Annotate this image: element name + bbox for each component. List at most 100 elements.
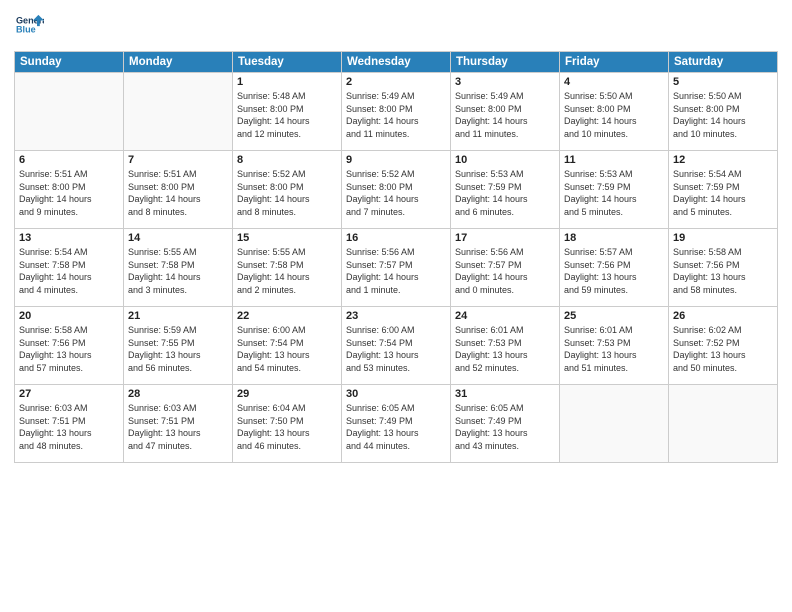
calendar-cell (15, 73, 124, 151)
calendar-cell: 15 Sunrise: 5:55 AM Sunset: 7:58 PM Dayli… (233, 229, 342, 307)
day-number: 11 (564, 154, 664, 166)
day-number: 26 (673, 310, 773, 322)
day-number: 4 (564, 76, 664, 88)
day-info: Sunrise: 5:55 AM Sunset: 7:58 PM Dayligh… (128, 246, 228, 296)
day-number: 16 (346, 232, 446, 244)
week-row-5: 27 Sunrise: 6:03 AM Sunset: 7:51 PM Dayli… (15, 385, 778, 463)
day-info: Sunrise: 6:01 AM Sunset: 7:53 PM Dayligh… (564, 324, 664, 374)
day-number: 20 (19, 310, 119, 322)
day-info: Sunrise: 5:49 AM Sunset: 8:00 PM Dayligh… (346, 90, 446, 140)
calendar-cell: 26 Sunrise: 6:02 AM Sunset: 7:52 PM Dayli… (669, 307, 778, 385)
day-number: 3 (455, 76, 555, 88)
day-number: 30 (346, 388, 446, 400)
day-info: Sunrise: 5:57 AM Sunset: 7:56 PM Dayligh… (564, 246, 664, 296)
day-number: 10 (455, 154, 555, 166)
week-row-3: 13 Sunrise: 5:54 AM Sunset: 7:58 PM Dayli… (15, 229, 778, 307)
week-row-1: 1 Sunrise: 5:48 AM Sunset: 8:00 PM Daylig… (15, 73, 778, 151)
day-number: 15 (237, 232, 337, 244)
weekday-header-friday: Friday (560, 52, 669, 73)
calendar-cell: 11 Sunrise: 5:53 AM Sunset: 7:59 PM Dayli… (560, 151, 669, 229)
day-info: Sunrise: 5:59 AM Sunset: 7:55 PM Dayligh… (128, 324, 228, 374)
day-number: 12 (673, 154, 773, 166)
day-number: 1 (237, 76, 337, 88)
day-info: Sunrise: 5:50 AM Sunset: 8:00 PM Dayligh… (564, 90, 664, 140)
day-info: Sunrise: 6:00 AM Sunset: 7:54 PM Dayligh… (237, 324, 337, 374)
weekday-header-saturday: Saturday (669, 52, 778, 73)
calendar-cell: 13 Sunrise: 5:54 AM Sunset: 7:58 PM Dayli… (15, 229, 124, 307)
day-info: Sunrise: 5:54 AM Sunset: 7:58 PM Dayligh… (19, 246, 119, 296)
day-number: 27 (19, 388, 119, 400)
header: General Blue (14, 10, 778, 43)
svg-text:Blue: Blue (16, 24, 36, 34)
day-number: 25 (564, 310, 664, 322)
weekday-header-tuesday: Tuesday (233, 52, 342, 73)
day-info: Sunrise: 6:00 AM Sunset: 7:54 PM Dayligh… (346, 324, 446, 374)
calendar-cell: 5Sunrise: 5:50 AM Sunset: 8:00 PM Daylig… (669, 73, 778, 151)
calendar-cell: 28Sunrise: 6:03 AM Sunset: 7:51 PM Dayli… (124, 385, 233, 463)
day-info: Sunrise: 6:03 AM Sunset: 7:51 PM Dayligh… (19, 402, 119, 452)
day-number: 18 (564, 232, 664, 244)
day-number: 13 (19, 232, 119, 244)
calendar: SundayMondayTuesdayWednesdayThursdayFrid… (14, 51, 778, 463)
calendar-cell: 8 Sunrise: 5:52 AM Sunset: 8:00 PM Daylig… (233, 151, 342, 229)
page: General Blue SundayMondayTuesdayWednesda… (0, 0, 792, 612)
day-number: 6 (19, 154, 119, 166)
calendar-cell: 18 Sunrise: 5:57 AM Sunset: 7:56 PM Dayli… (560, 229, 669, 307)
calendar-cell: 27 Sunrise: 6:03 AM Sunset: 7:51 PM Dayli… (15, 385, 124, 463)
logo-icon: General Blue (16, 10, 44, 38)
calendar-cell: 6 Sunrise: 5:51 AM Sunset: 8:00 PM Daylig… (15, 151, 124, 229)
day-info: Sunrise: 5:51 AM Sunset: 8:00 PM Dayligh… (19, 168, 119, 218)
day-info: Sunrise: 5:56 AM Sunset: 7:57 PM Dayligh… (346, 246, 446, 296)
calendar-cell: 20 Sunrise: 5:58 AM Sunset: 7:56 PM Dayli… (15, 307, 124, 385)
day-info: Sunrise: 5:52 AM Sunset: 8:00 PM Dayligh… (237, 168, 337, 218)
calendar-cell: 29Sunrise: 6:04 AM Sunset: 7:50 PM Dayli… (233, 385, 342, 463)
calendar-cell (124, 73, 233, 151)
calendar-cell: 7Sunrise: 5:51 AM Sunset: 8:00 PM Daylig… (124, 151, 233, 229)
calendar-cell: 14 Sunrise: 5:55 AM Sunset: 7:58 PM Dayli… (124, 229, 233, 307)
calendar-cell: 25 Sunrise: 6:01 AM Sunset: 7:53 PM Dayli… (560, 307, 669, 385)
day-number: 19 (673, 232, 773, 244)
calendar-cell: 17Sunrise: 5:56 AM Sunset: 7:57 PM Dayli… (451, 229, 560, 307)
day-number: 21 (128, 310, 228, 322)
calendar-cell (669, 385, 778, 463)
day-number: 24 (455, 310, 555, 322)
day-number: 2 (346, 76, 446, 88)
day-number: 8 (237, 154, 337, 166)
weekday-header-monday: Monday (124, 52, 233, 73)
day-number: 14 (128, 232, 228, 244)
calendar-cell: 30 Sunrise: 6:05 AM Sunset: 7:49 PM Dayli… (342, 385, 451, 463)
day-info: Sunrise: 5:58 AM Sunset: 7:56 PM Dayligh… (673, 246, 773, 296)
calendar-cell: 10 Sunrise: 5:53 AM Sunset: 7:59 PM Dayli… (451, 151, 560, 229)
day-info: Sunrise: 5:54 AM Sunset: 7:59 PM Dayligh… (673, 168, 773, 218)
day-info: Sunrise: 5:55 AM Sunset: 7:58 PM Dayligh… (237, 246, 337, 296)
day-number: 9 (346, 154, 446, 166)
calendar-cell: 12 Sunrise: 5:54 AM Sunset: 7:59 PM Dayli… (669, 151, 778, 229)
weekday-header-row: SundayMondayTuesdayWednesdayThursdayFrid… (15, 52, 778, 73)
week-row-2: 6 Sunrise: 5:51 AM Sunset: 8:00 PM Daylig… (15, 151, 778, 229)
calendar-cell: 19 Sunrise: 5:58 AM Sunset: 7:56 PM Dayli… (669, 229, 778, 307)
day-info: Sunrise: 6:05 AM Sunset: 7:49 PM Dayligh… (346, 402, 446, 452)
day-info: Sunrise: 5:51 AM Sunset: 8:00 PM Dayligh… (128, 168, 228, 218)
weekday-header-wednesday: Wednesday (342, 52, 451, 73)
logo: General Blue (14, 10, 44, 43)
day-info: Sunrise: 5:58 AM Sunset: 7:56 PM Dayligh… (19, 324, 119, 374)
day-info: Sunrise: 5:53 AM Sunset: 7:59 PM Dayligh… (455, 168, 555, 218)
day-info: Sunrise: 5:56 AM Sunset: 7:57 PM Dayligh… (455, 246, 555, 296)
week-row-4: 20 Sunrise: 5:58 AM Sunset: 7:56 PM Dayli… (15, 307, 778, 385)
calendar-cell: 4 Sunrise: 5:50 AM Sunset: 8:00 PM Daylig… (560, 73, 669, 151)
day-info: Sunrise: 5:48 AM Sunset: 8:00 PM Dayligh… (237, 90, 337, 140)
calendar-cell: 3 Sunrise: 5:49 AM Sunset: 8:00 PM Daylig… (451, 73, 560, 151)
day-number: 31 (455, 388, 555, 400)
day-info: Sunrise: 5:52 AM Sunset: 8:00 PM Dayligh… (346, 168, 446, 218)
day-info: Sunrise: 6:02 AM Sunset: 7:52 PM Dayligh… (673, 324, 773, 374)
calendar-cell: 22 Sunrise: 6:00 AM Sunset: 7:54 PM Dayli… (233, 307, 342, 385)
weekday-header-sunday: Sunday (15, 52, 124, 73)
day-info: Sunrise: 5:49 AM Sunset: 8:00 PM Dayligh… (455, 90, 555, 140)
calendar-cell: 21 Sunrise: 5:59 AM Sunset: 7:55 PM Dayli… (124, 307, 233, 385)
day-number: 22 (237, 310, 337, 322)
calendar-cell: 31Sunrise: 6:05 AM Sunset: 7:49 PM Dayli… (451, 385, 560, 463)
day-info: Sunrise: 6:01 AM Sunset: 7:53 PM Dayligh… (455, 324, 555, 374)
day-info: Sunrise: 6:03 AM Sunset: 7:51 PM Dayligh… (128, 402, 228, 452)
weekday-header-thursday: Thursday (451, 52, 560, 73)
day-info: Sunrise: 5:53 AM Sunset: 7:59 PM Dayligh… (564, 168, 664, 218)
